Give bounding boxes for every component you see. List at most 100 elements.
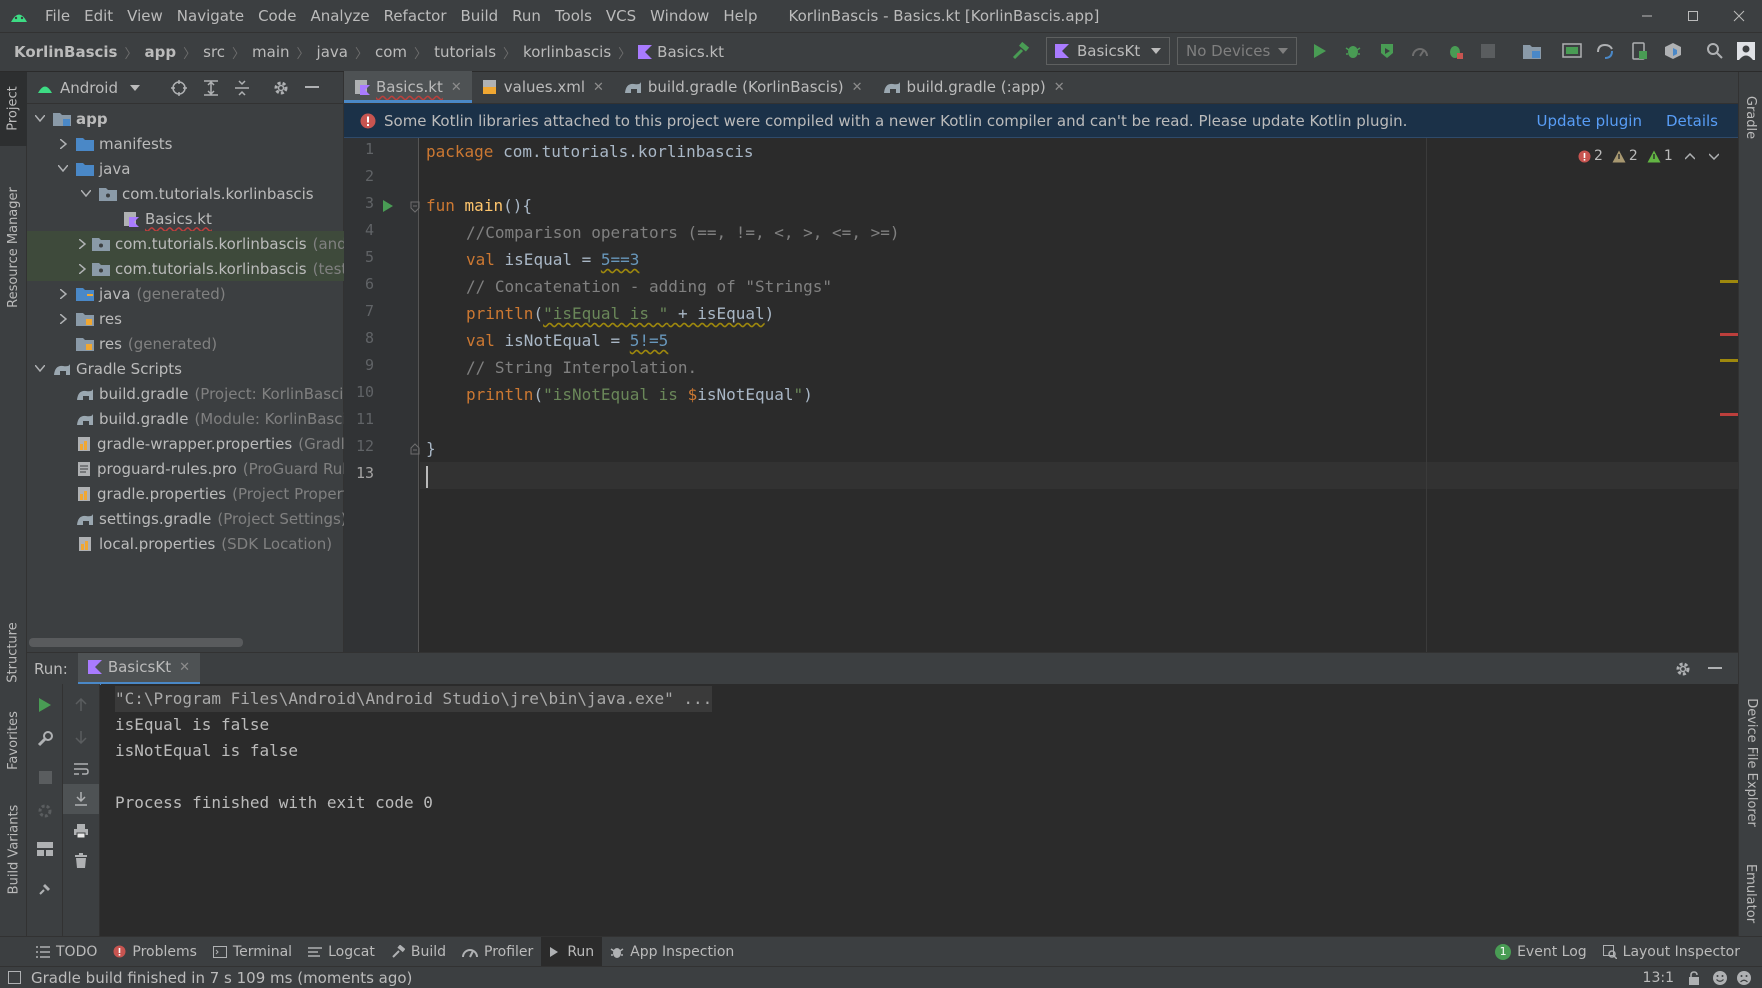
device-file-explorer-stripe-label[interactable]: Device File Explorer (1739, 682, 1762, 842)
scroll-to-end-icon[interactable] (63, 784, 99, 814)
chevron-down-icon[interactable] (33, 115, 47, 122)
search-icon[interactable] (1700, 36, 1730, 66)
tree-item-proguard-rules[interactable]: proguard-rules.pro (ProGuard Rules (27, 456, 344, 481)
chevron-down-icon[interactable] (56, 165, 70, 172)
tab-basics-kt[interactable]: Basics.kt ✕ (344, 71, 472, 103)
error-stripe-mark[interactable] (1720, 333, 1738, 336)
rerun-icon[interactable] (27, 690, 63, 720)
todo-tool-button[interactable]: TODO (28, 937, 105, 967)
tree-item-res[interactable]: res (27, 306, 344, 331)
restore-layout-icon[interactable] (27, 796, 63, 826)
code-editor[interactable]: package com.tutorials.korlinbascis fun m… (420, 138, 1738, 652)
breadcrumb-main[interactable]: main (252, 43, 289, 61)
close-tab-icon[interactable]: ✕ (1054, 80, 1065, 95)
tree-item-package-android-test[interactable]: com.tutorials.korlinbascis (andro (27, 231, 344, 256)
error-stripe-mark[interactable] (1720, 359, 1738, 362)
tree-item-gradle-properties[interactable]: gradle.properties (Project Properties (27, 481, 344, 506)
status-message[interactable]: Gradle build finished in 7 s 109 ms (mom… (31, 969, 412, 987)
device-manager-icon[interactable] (1624, 36, 1654, 66)
menu-help[interactable]: Help (716, 7, 764, 25)
tree-item-local-properties[interactable]: local.properties (SDK Location) (27, 531, 344, 556)
close-tab-icon[interactable]: ✕ (179, 660, 190, 675)
breadcrumb-file[interactable]: Basics.kt (657, 43, 724, 61)
breadcrumb-project[interactable]: KorlinBascis (14, 43, 117, 61)
chevron-right-icon[interactable] (56, 313, 70, 324)
locate-icon[interactable] (170, 79, 188, 97)
print-icon[interactable] (63, 816, 99, 846)
smile-icon[interactable] (1712, 970, 1728, 986)
menu-refactor[interactable]: Refactor (377, 7, 454, 25)
tree-item-app[interactable]: app (27, 106, 344, 131)
hide-panel-icon[interactable] (305, 85, 319, 90)
tree-item-package-test[interactable]: com.tutorials.korlinbascis (test) (27, 256, 344, 281)
build-tool-button[interactable]: Build (383, 937, 454, 967)
menu-navigate[interactable]: Navigate (170, 7, 251, 25)
menu-view[interactable]: View (120, 7, 170, 25)
attach-debugger-icon[interactable] (1440, 36, 1470, 66)
expand-all-icon[interactable] (203, 79, 219, 97)
tree-item-res-generated[interactable]: res (generated) (27, 331, 344, 356)
tree-item-java-generated[interactable]: java (generated) (27, 281, 344, 306)
caret-position[interactable]: 13:1 (1643, 970, 1674, 986)
tree-item-build-gradle-module[interactable]: build.gradle (Module: KorlinBascis.a (27, 406, 344, 431)
favorites-stripe-label[interactable]: Favorites (0, 700, 27, 780)
error-stripe-mark[interactable] (1720, 413, 1738, 416)
chevron-right-icon[interactable] (79, 263, 86, 274)
resource-manager-stripe-label[interactable]: Resource Manager (0, 167, 27, 327)
close-tab-icon[interactable]: ✕ (852, 80, 863, 95)
logcat-tool-button[interactable]: Logcat (300, 937, 383, 967)
layout-inspector-tool-button[interactable]: Layout Inspector (1595, 937, 1748, 967)
sync-gradle-icon[interactable] (1590, 36, 1620, 66)
tab-build-gradle-project[interactable]: build.gradle (KorlinBascis) ✕ (614, 71, 873, 103)
debug-icon[interactable] (1338, 36, 1368, 66)
run-icon[interactable] (1305, 36, 1335, 66)
project-view-select[interactable]: Android (60, 79, 118, 97)
breadcrumb-src[interactable]: src (203, 43, 225, 61)
stop-icon[interactable] (1473, 36, 1503, 66)
soft-wrap-icon[interactable] (63, 754, 99, 784)
app-inspection-tool-button[interactable]: App Inspection (602, 937, 742, 967)
gradle-stripe-label[interactable]: Gradle (1739, 82, 1762, 152)
project-stripe-label[interactable]: Project (0, 78, 27, 138)
account-icon[interactable] (1731, 36, 1761, 66)
chevron-down-icon[interactable] (33, 365, 47, 372)
terminal-tool-button[interactable]: Terminal (205, 937, 300, 967)
details-link[interactable]: Details (1666, 112, 1718, 130)
menu-build[interactable]: Build (454, 7, 506, 25)
run-config-select[interactable]: BasicsKt (1046, 37, 1170, 65)
device-select[interactable]: No Devices (1177, 37, 1297, 65)
hide-panel-icon[interactable] (1708, 666, 1722, 671)
wrench-icon[interactable] (27, 724, 63, 754)
menu-window[interactable]: Window (643, 7, 716, 25)
menu-edit[interactable]: Edit (77, 7, 120, 25)
menu-analyze[interactable]: Analyze (303, 7, 376, 25)
avd-manager-icon[interactable] (1557, 36, 1587, 66)
collapse-all-icon[interactable] (234, 79, 250, 97)
inspection-widget[interactable]: 2 2 1 (1578, 148, 1719, 164)
minimize-button[interactable] (1624, 0, 1670, 32)
hammer-build-icon[interactable] (1006, 36, 1036, 66)
tree-item-package[interactable]: com.tutorials.korlinbascis (27, 181, 344, 206)
run-gutter-icon[interactable] (382, 199, 394, 213)
menu-vcs[interactable]: VCS (599, 7, 643, 25)
breadcrumb-com[interactable]: com (375, 43, 407, 61)
tab-values-xml[interactable]: values.xml ✕ (472, 71, 614, 103)
chevron-down-icon[interactable] (79, 190, 93, 197)
update-plugin-link[interactable]: Update plugin (1537, 112, 1642, 130)
horizontal-scrollbar[interactable] (29, 638, 243, 647)
profiler-tool-button[interactable]: Profiler (454, 937, 541, 967)
tree-item-manifests[interactable]: manifests (27, 131, 344, 156)
menu-run[interactable]: Run (505, 7, 548, 25)
fold-icon[interactable] (410, 201, 420, 213)
chevron-down-icon[interactable] (1708, 152, 1719, 160)
breadcrumb-tutorials[interactable]: tutorials (434, 43, 496, 61)
tab-build-gradle-app[interactable]: build.gradle (:app) ✕ (873, 71, 1075, 103)
console-output[interactable]: "C:\Program Files\Android\Android Studio… (101, 684, 1738, 936)
close-window-button[interactable] (1716, 0, 1762, 32)
profile-icon[interactable] (1405, 36, 1435, 66)
structure-stripe-label[interactable]: Structure (0, 612, 27, 692)
error-stripe-mark[interactable] (1720, 280, 1738, 283)
chevron-right-icon[interactable] (56, 138, 70, 149)
chevron-right-icon[interactable] (79, 238, 86, 249)
maximize-button[interactable] (1670, 0, 1716, 32)
